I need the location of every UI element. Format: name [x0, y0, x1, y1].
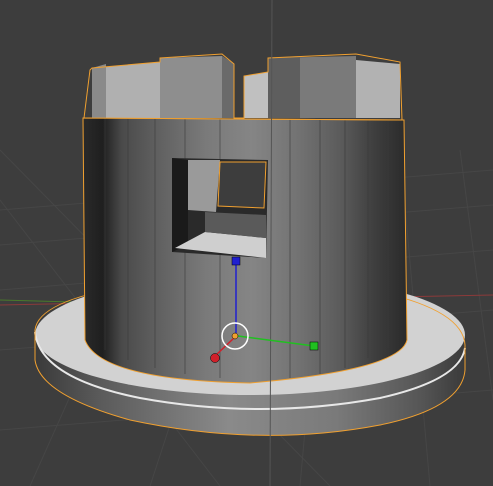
pivot-point [231, 332, 239, 340]
3d-viewport[interactable] [0, 0, 493, 486]
z-axis-handle-icon[interactable] [231, 256, 241, 266]
window-opening [172, 158, 268, 258]
y-axis-handle-icon[interactable] [309, 341, 319, 351]
x-axis-handle-icon[interactable] [210, 353, 220, 363]
battlements[interactable] [83, 53, 403, 121]
scene-canvas[interactable] [0, 0, 493, 486]
